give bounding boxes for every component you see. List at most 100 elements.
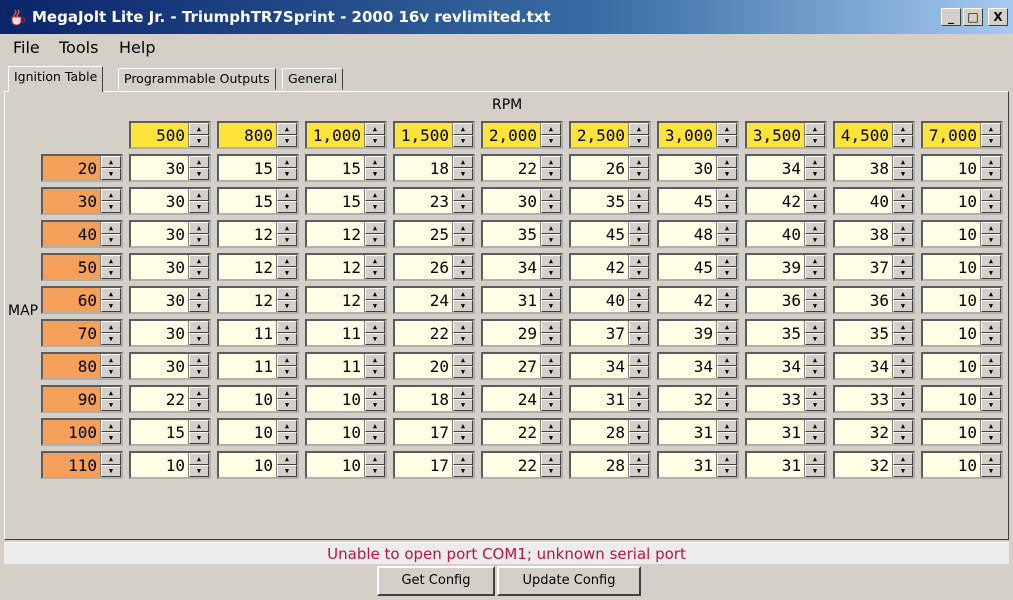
arrow-up-icon[interactable]: ▲	[365, 288, 385, 300]
map-header-spinner[interactable]: 90 ▲ ▼	[41, 385, 123, 413]
arrow-up-icon[interactable]: ▲	[365, 420, 385, 432]
arrow-down-icon[interactable]: ▼	[453, 366, 473, 378]
map-header-spinner[interactable]: 80 ▲ ▼	[41, 352, 123, 380]
spinner-value[interactable]: 110	[43, 456, 99, 475]
arrow-down-icon[interactable]: ▼	[101, 300, 121, 312]
spinner-value[interactable]: 11	[307, 324, 363, 343]
ignition-cell-spinner[interactable]: 31 ▲ ▼	[481, 286, 563, 314]
arrow-up-icon[interactable]: ▲	[981, 321, 1001, 333]
spinner-value[interactable]: 20	[43, 159, 99, 178]
arrow-up-icon[interactable]: ▲	[717, 453, 737, 465]
spinner-value[interactable]: 48	[659, 225, 715, 244]
arrow-down-icon[interactable]: ▼	[717, 366, 737, 378]
arrow-down-icon[interactable]: ▼	[277, 201, 297, 213]
rpm-header-spinner[interactable]: 1,500 ▲ ▼	[393, 121, 475, 149]
arrow-down-icon[interactable]: ▼	[629, 399, 649, 411]
ignition-cell-spinner[interactable]: 12 ▲ ▼	[217, 286, 299, 314]
ignition-cell-spinner[interactable]: 10 ▲ ▼	[129, 451, 211, 479]
map-header-spinner[interactable]: 60 ▲ ▼	[41, 286, 123, 314]
arrow-down-icon[interactable]: ▼	[365, 366, 385, 378]
map-header-spinner[interactable]: 100 ▲ ▼	[41, 418, 123, 446]
arrow-down-icon[interactable]: ▼	[981, 333, 1001, 345]
arrow-down-icon[interactable]: ▼	[101, 465, 121, 477]
rpm-header-spinner[interactable]: 800 ▲ ▼	[217, 121, 299, 149]
spinner-value[interactable]: 40	[43, 225, 99, 244]
spinner-value[interactable]: 22	[395, 324, 451, 343]
ignition-cell-spinner[interactable]: 45 ▲ ▼	[657, 187, 739, 215]
ignition-cell-spinner[interactable]: 36 ▲ ▼	[745, 286, 827, 314]
spinner-value[interactable]: 26	[395, 258, 451, 277]
arrow-down-icon[interactable]: ▼	[365, 201, 385, 213]
arrow-up-icon[interactable]: ▲	[629, 420, 649, 432]
ignition-cell-spinner[interactable]: 23 ▲ ▼	[393, 187, 475, 215]
spinner-value[interactable]: 80	[43, 357, 99, 376]
arrow-down-icon[interactable]: ▼	[189, 399, 209, 411]
tab-general[interactable]: General	[282, 68, 344, 90]
spinner-value[interactable]: 31	[747, 456, 803, 475]
map-header-spinner[interactable]: 70 ▲ ▼	[41, 319, 123, 347]
arrow-down-icon[interactable]: ▼	[541, 267, 561, 279]
arrow-down-icon[interactable]: ▼	[101, 168, 121, 180]
arrow-up-icon[interactable]: ▲	[717, 123, 737, 135]
arrow-down-icon[interactable]: ▼	[893, 432, 913, 444]
rpm-header-spinner[interactable]: 7,000 ▲ ▼	[921, 121, 1003, 149]
arrow-up-icon[interactable]: ▲	[541, 321, 561, 333]
arrow-up-icon[interactable]: ▲	[453, 453, 473, 465]
arrow-up-icon[interactable]: ▲	[453, 123, 473, 135]
arrow-down-icon[interactable]: ▼	[893, 168, 913, 180]
arrow-up-icon[interactable]: ▲	[277, 189, 297, 201]
arrow-down-icon[interactable]: ▼	[101, 333, 121, 345]
arrow-down-icon[interactable]: ▼	[189, 333, 209, 345]
ignition-cell-spinner[interactable]: 35 ▲ ▼	[481, 220, 563, 248]
spinner-value[interactable]: 3,500	[747, 126, 803, 145]
arrow-up-icon[interactable]: ▲	[453, 321, 473, 333]
arrow-up-icon[interactable]: ▲	[541, 222, 561, 234]
arrow-down-icon[interactable]: ▼	[717, 300, 737, 312]
ignition-cell-spinner[interactable]: 18 ▲ ▼	[393, 154, 475, 182]
ignition-cell-spinner[interactable]: 10 ▲ ▼	[921, 352, 1003, 380]
arrow-up-icon[interactable]: ▲	[805, 222, 825, 234]
arrow-down-icon[interactable]: ▼	[453, 399, 473, 411]
ignition-cell-spinner[interactable]: 24 ▲ ▼	[393, 286, 475, 314]
map-header-spinner[interactable]: 50 ▲ ▼	[41, 253, 123, 281]
ignition-cell-spinner[interactable]: 20 ▲ ▼	[393, 352, 475, 380]
ignition-cell-spinner[interactable]: 30 ▲ ▼	[129, 187, 211, 215]
arrow-up-icon[interactable]: ▲	[981, 123, 1001, 135]
arrow-up-icon[interactable]: ▲	[717, 222, 737, 234]
arrow-up-icon[interactable]: ▲	[541, 123, 561, 135]
ignition-cell-spinner[interactable]: 48 ▲ ▼	[657, 220, 739, 248]
arrow-up-icon[interactable]: ▲	[189, 189, 209, 201]
spinner-value[interactable]: 31	[659, 456, 715, 475]
ignition-cell-spinner[interactable]: 10 ▲ ▼	[921, 385, 1003, 413]
spinner-value[interactable]: 11	[219, 324, 275, 343]
arrow-down-icon[interactable]: ▼	[541, 432, 561, 444]
spinner-value[interactable]: 12	[219, 291, 275, 310]
arrow-up-icon[interactable]: ▲	[453, 156, 473, 168]
spinner-value[interactable]: 4,500	[835, 126, 891, 145]
ignition-cell-spinner[interactable]: 10 ▲ ▼	[305, 385, 387, 413]
ignition-cell-spinner[interactable]: 12 ▲ ▼	[305, 286, 387, 314]
arrow-up-icon[interactable]: ▲	[541, 156, 561, 168]
spinner-value[interactable]: 45	[659, 258, 715, 277]
arrow-up-icon[interactable]: ▲	[189, 288, 209, 300]
arrow-down-icon[interactable]: ▼	[893, 465, 913, 477]
ignition-cell-spinner[interactable]: 28 ▲ ▼	[569, 451, 651, 479]
spinner-value[interactable]: 15	[307, 192, 363, 211]
arrow-down-icon[interactable]: ▼	[541, 201, 561, 213]
spinner-value[interactable]: 35	[571, 192, 627, 211]
arrow-up-icon[interactable]: ▲	[541, 420, 561, 432]
arrow-up-icon[interactable]: ▲	[365, 123, 385, 135]
spinner-value[interactable]: 17	[395, 423, 451, 442]
arrow-up-icon[interactable]: ▲	[805, 321, 825, 333]
arrow-down-icon[interactable]: ▼	[805, 399, 825, 411]
spinner-value[interactable]: 12	[219, 225, 275, 244]
rpm-header-spinner[interactable]: 1,000 ▲ ▼	[305, 121, 387, 149]
arrow-up-icon[interactable]: ▲	[629, 288, 649, 300]
ignition-cell-spinner[interactable]: 34 ▲ ▼	[657, 352, 739, 380]
spinner-value[interactable]: 35	[835, 324, 891, 343]
arrow-up-icon[interactable]: ▲	[629, 123, 649, 135]
arrow-up-icon[interactable]: ▲	[277, 453, 297, 465]
arrow-down-icon[interactable]: ▼	[189, 135, 209, 147]
arrow-up-icon[interactable]: ▲	[893, 387, 913, 399]
spinner-value[interactable]: 31	[571, 390, 627, 409]
